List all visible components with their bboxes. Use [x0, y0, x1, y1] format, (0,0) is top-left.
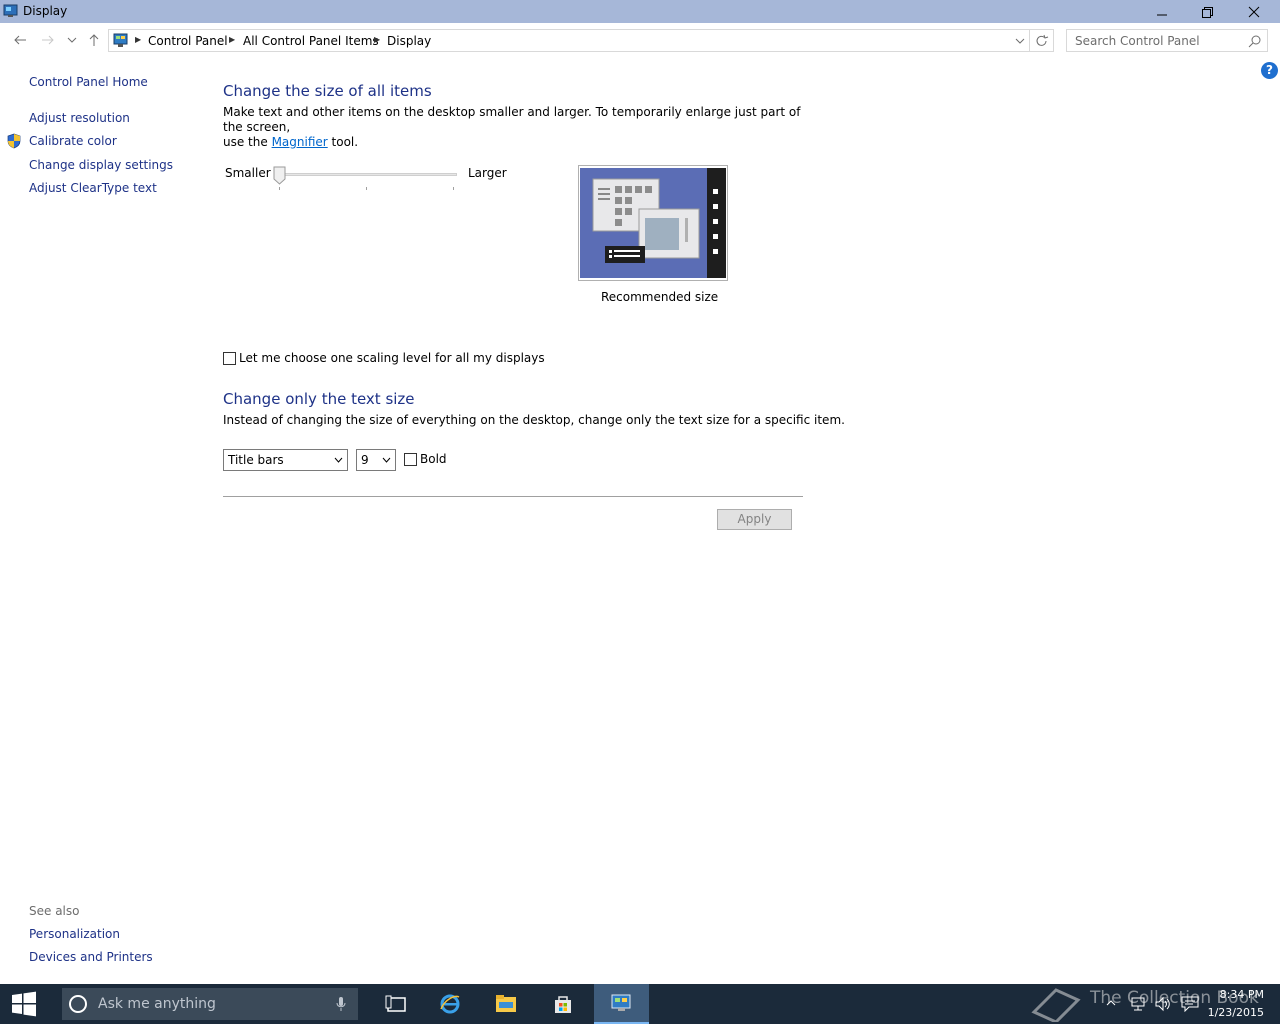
item-select-value: Title bars	[228, 453, 284, 467]
clock-time[interactable]: 8:34 PM	[1212, 988, 1264, 1001]
breadcrumb-separator-icon: ▶	[135, 35, 142, 44]
slider-larger-label: Larger	[468, 166, 507, 180]
control-panel-icon	[113, 33, 128, 47]
cortana-circle-icon	[69, 995, 87, 1013]
show-hidden-icons-icon[interactable]	[1106, 999, 1116, 1007]
see-also-heading: See also	[29, 904, 80, 918]
breadcrumb-control-panel[interactable]: Control Panel	[148, 34, 228, 48]
close-button[interactable]	[1231, 0, 1277, 23]
watermark-book-icon	[1031, 988, 1081, 1022]
sidebar-item-adjust-cleartype[interactable]: Adjust ClearType text	[29, 181, 157, 195]
task-view-icon	[385, 995, 406, 1012]
bold-label[interactable]: Bold	[420, 452, 447, 466]
preview-caption: Recommended size	[601, 290, 719, 304]
internet-explorer-icon	[440, 994, 460, 1014]
slider-smaller-label: Smaller	[225, 166, 271, 180]
sidebar-item-change-display-settings[interactable]: Change display settings	[29, 158, 173, 172]
font-size-select-value: 9	[361, 453, 369, 467]
chevron-down-icon	[67, 37, 77, 43]
divider	[223, 496, 803, 497]
microphone-icon[interactable]	[336, 996, 346, 1012]
file-explorer-icon	[496, 995, 516, 1012]
size-description-pre: use the	[223, 135, 268, 149]
text-size-heading: Change only the text size	[223, 390, 415, 408]
font-size-select[interactable]: 9	[356, 449, 396, 471]
close-icon	[1248, 6, 1260, 17]
cortana-search-input[interactable]: Ask me anything	[98, 996, 216, 1012]
taskbar: Ask me anything The Collection Book 8:34…	[0, 984, 1280, 1024]
file-explorer-button[interactable]	[480, 984, 532, 1024]
size-description: Make text and other items on the desktop…	[223, 105, 823, 150]
display-app-icon	[3, 4, 18, 17]
minimize-button[interactable]	[1139, 0, 1185, 23]
back-arrow-icon	[14, 35, 26, 45]
breadcrumb-separator-icon: ▶	[229, 35, 236, 44]
sidebar-home-link[interactable]: Control Panel Home	[29, 75, 148, 89]
restore-button[interactable]	[1184, 0, 1230, 23]
item-select[interactable]: Title bars	[223, 449, 348, 471]
windows-logo-icon	[12, 991, 36, 1017]
action-center-icon[interactable]	[1181, 996, 1199, 1012]
start-button[interactable]	[0, 984, 48, 1024]
internet-explorer-button[interactable]	[424, 984, 476, 1024]
control-panel-taskbar-button[interactable]	[594, 984, 649, 1024]
sidebar-item-adjust-resolution[interactable]: Adjust resolution	[29, 111, 130, 125]
up-arrow-icon	[89, 34, 99, 46]
network-icon[interactable]	[1130, 996, 1146, 1012]
restore-icon	[1202, 6, 1213, 18]
magnifier-link[interactable]: Magnifier	[272, 135, 328, 149]
text-size-description: Instead of changing the size of everythi…	[223, 413, 845, 427]
size-heading: Change the size of all items	[223, 82, 432, 100]
recent-locations-button[interactable]	[62, 30, 82, 50]
search-icon[interactable]	[1248, 34, 1262, 48]
chevron-down-icon	[382, 457, 391, 463]
search-box[interactable]: Search Control Panel	[1066, 29, 1268, 52]
see-also-devices-printers[interactable]: Devices and Printers	[29, 950, 153, 964]
scaling-preview-image	[578, 165, 728, 281]
control-panel-icon	[611, 994, 630, 1011]
scaling-level-label[interactable]: Let me choose one scaling level for all …	[239, 351, 545, 365]
back-button[interactable]	[10, 30, 30, 50]
store-bag-icon	[555, 996, 571, 1013]
chevron-down-icon	[334, 457, 343, 463]
address-history-dropdown-icon[interactable]	[1015, 37, 1025, 45]
cortana-search-box[interactable]: Ask me anything	[62, 988, 358, 1020]
slider-tick	[366, 187, 367, 190]
see-also-personalization[interactable]: Personalization	[29, 927, 120, 941]
size-description-post: tool.	[331, 135, 359, 149]
address-bar[interactable]: ▶ Control Panel ▶ All Control Panel Item…	[108, 29, 1054, 52]
breadcrumb-separator-icon: ▶	[374, 35, 381, 44]
search-input[interactable]: Search Control Panel	[1075, 34, 1200, 48]
slider-tick	[279, 187, 280, 190]
task-view-button[interactable]	[370, 984, 422, 1024]
store-button[interactable]	[537, 984, 589, 1024]
size-slider-thumb[interactable]	[273, 166, 286, 185]
slider-tick	[453, 187, 454, 190]
sidebar-item-calibrate-color[interactable]: Calibrate color	[29, 134, 117, 148]
forward-arrow-icon	[42, 35, 54, 45]
apply-button[interactable]: Apply	[717, 509, 792, 530]
size-description-line1: Make text and other items on the desktop…	[223, 105, 801, 134]
breadcrumb-all-items[interactable]: All Control Panel Items	[243, 34, 379, 48]
minimize-icon	[1157, 14, 1167, 15]
breadcrumb-display[interactable]: Display	[387, 34, 431, 48]
shield-icon	[7, 133, 21, 149]
size-slider-track[interactable]	[279, 173, 457, 176]
title-bar: Display	[0, 0, 1280, 23]
refresh-icon[interactable]	[1035, 34, 1049, 48]
volume-icon[interactable]	[1154, 996, 1172, 1012]
window-title: Display	[23, 4, 68, 18]
forward-button[interactable]	[38, 30, 58, 50]
up-button[interactable]	[84, 30, 104, 50]
scaling-level-checkbox[interactable]	[223, 352, 236, 365]
help-icon[interactable]: ?	[1261, 62, 1278, 79]
scaling-preview-graphic	[580, 168, 726, 278]
bold-checkbox[interactable]	[404, 453, 417, 466]
clock-date[interactable]: 1/23/2015	[1204, 1006, 1264, 1019]
